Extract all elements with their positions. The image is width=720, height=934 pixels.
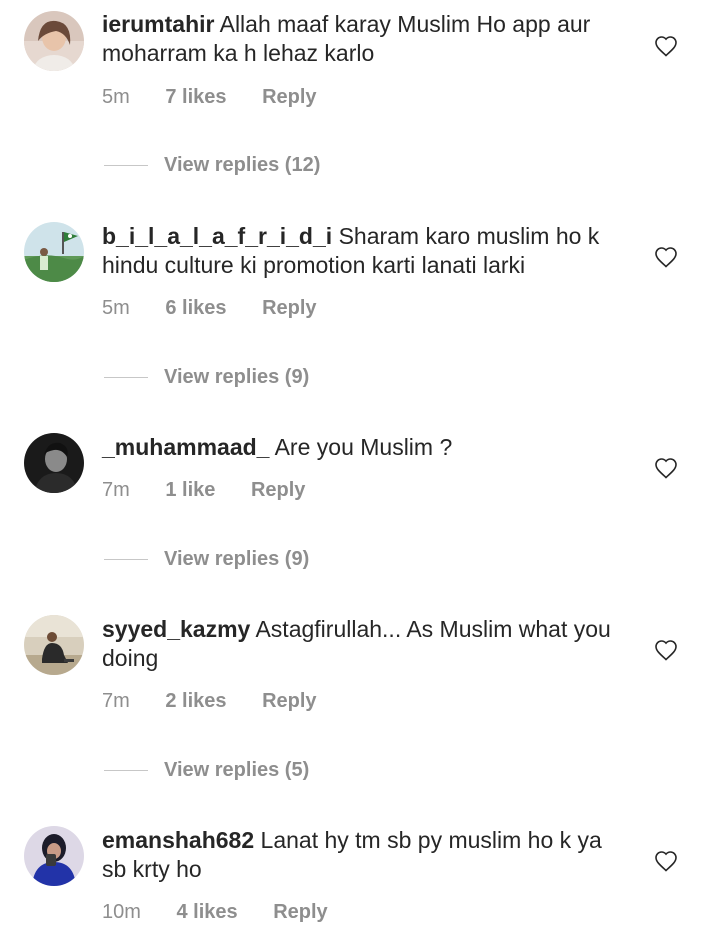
comment-username[interactable]: emanshah682 [102, 827, 254, 853]
heart-outline-icon[interactable] [654, 35, 678, 57]
comment-text: syyed_kazmy Astagfirullah... As Muslim w… [102, 615, 622, 673]
view-replies-label[interactable]: View replies (5) [164, 759, 309, 782]
comment-time: 10m [102, 901, 141, 923]
view-replies-label[interactable]: View replies (9) [164, 366, 309, 389]
comment-username[interactable]: syyed_kazmy [102, 616, 250, 642]
view-replies-divider [104, 558, 148, 560]
view-replies-divider [104, 769, 148, 771]
view-replies-button[interactable]: View replies (12) [104, 151, 320, 179]
comment-text: b_i_l_a_l_a_f_r_i_d_i Sharam karo muslim… [102, 222, 622, 280]
comment-username[interactable]: b_i_l_a_l_a_f_r_i_d_i [102, 223, 332, 249]
comment-meta: 7m 2 likes Reply [102, 690, 317, 713]
comment-likes[interactable]: 6 likes [165, 297, 226, 320]
comment-meta: 5m 7 likes Reply [102, 86, 317, 109]
comment-text: _muhammaad_ Are you Muslim ? [102, 433, 622, 462]
comment-text: ierumtahir Allah maaf karay Muslim Ho ap… [102, 10, 622, 68]
reply-button[interactable]: Reply [262, 86, 316, 109]
heart-outline-icon[interactable] [654, 457, 678, 479]
reply-button[interactable]: Reply [262, 297, 316, 320]
comment-time: 5m [102, 86, 130, 108]
heart-outline-icon[interactable] [654, 639, 678, 661]
view-replies-divider [104, 164, 148, 166]
comment-meta: 5m 6 likes Reply [102, 297, 317, 320]
comment-time: 7m [102, 479, 130, 501]
heart-outline-icon[interactable] [654, 850, 678, 872]
view-replies-button[interactable]: View replies (9) [104, 545, 309, 573]
comment-time: 7m [102, 690, 130, 712]
comment-username[interactable]: _muhammaad_ [102, 434, 269, 460]
comment-text: emanshah682 Lanat hy tm sb py muslim ho … [102, 826, 622, 884]
view-replies-button[interactable]: View replies (9) [104, 363, 309, 391]
comment-body: Are you Muslim ? [274, 434, 453, 460]
avatar[interactable] [24, 222, 84, 282]
comment-username[interactable]: ierumtahir [102, 11, 214, 37]
reply-button[interactable]: Reply [251, 479, 305, 502]
avatar[interactable] [24, 433, 84, 493]
comment-likes[interactable]: 2 likes [165, 690, 226, 713]
comment-likes[interactable]: 1 like [165, 479, 215, 502]
comment-likes[interactable]: 4 likes [176, 901, 237, 924]
avatar[interactable] [24, 615, 84, 675]
avatar[interactable] [24, 826, 84, 886]
avatar[interactable] [24, 11, 84, 71]
view-replies-divider [104, 376, 148, 378]
comment-meta: 10m 4 likes Reply [102, 901, 328, 924]
reply-button[interactable]: Reply [273, 901, 327, 924]
view-replies-button[interactable]: View replies (5) [104, 756, 309, 784]
reply-button[interactable]: Reply [262, 690, 316, 713]
view-replies-label[interactable]: View replies (12) [164, 154, 320, 177]
comment-meta: 7m 1 like Reply [102, 479, 305, 502]
comment-time: 5m [102, 297, 130, 319]
view-replies-label[interactable]: View replies (9) [164, 548, 309, 571]
heart-outline-icon[interactable] [654, 246, 678, 268]
comment-likes[interactable]: 7 likes [165, 86, 226, 109]
